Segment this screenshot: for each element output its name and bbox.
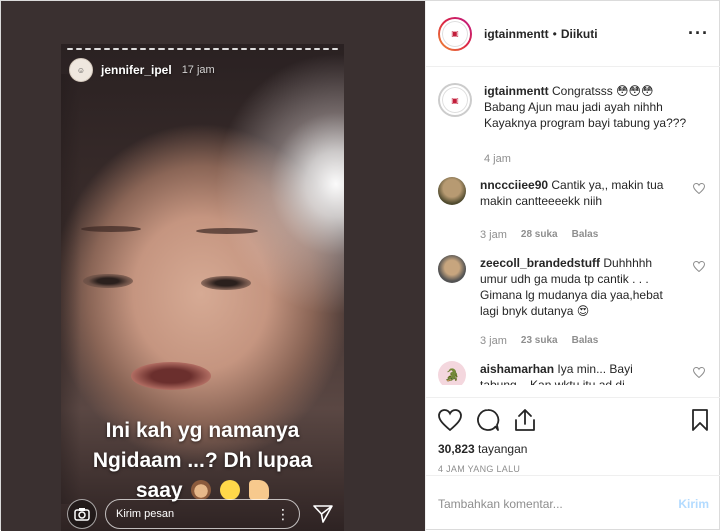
comment-likes[interactable]: 23 suka bbox=[521, 333, 558, 349]
story-caption-line: Ini kah yg namanya bbox=[105, 419, 300, 442]
comment-text: umur udh ga muda tp cantik . . . bbox=[480, 272, 649, 286]
post-header: ▣ igtainmentt • Diikuti ··· bbox=[426, 1, 720, 67]
comment-item: nnccciiee90 Cantik ya,, makin tua makin … bbox=[438, 177, 709, 243]
comment-text: Cantik ya,, makin tua bbox=[551, 178, 664, 192]
comment-text: Babang Ajun mau jadi ayah nihhh bbox=[484, 100, 663, 114]
story-video[interactable]: ☺ jennifer_ipel 17 jam Ini kah yg namany… bbox=[61, 44, 344, 531]
post-date[interactable]: 4 JAM YANG LALU bbox=[438, 464, 709, 474]
header-avatar[interactable]: ▣ bbox=[438, 16, 472, 51]
comment-avatar[interactable] bbox=[438, 255, 466, 283]
comment-text: Gimana lg mudanya dia yaa,hebat bbox=[480, 288, 663, 302]
comment-time[interactable]: 3 jam bbox=[480, 333, 507, 349]
story-avatar[interactable]: ☺ bbox=[69, 58, 93, 82]
paper-plane-icon bbox=[313, 505, 333, 523]
like-comment-heart-icon[interactable] bbox=[693, 261, 705, 272]
story-reply-bar: Kirim pesan ⋮ bbox=[67, 497, 338, 531]
comment-text: tabung... Kan wktu itu ad di bbox=[480, 378, 625, 385]
camera-icon bbox=[74, 508, 90, 521]
send-button[interactable] bbox=[308, 499, 338, 529]
header-separator: • bbox=[552, 26, 557, 41]
story-reply-input[interactable]: Kirim pesan ⋮ bbox=[105, 499, 300, 529]
comment-username[interactable]: igtainmentt bbox=[484, 84, 549, 98]
post-sidebar: ▣ igtainmentt • Diikuti ··· ▣ igtainment… bbox=[425, 1, 720, 531]
like-heart-icon[interactable] bbox=[438, 409, 462, 431]
add-comment-bar: Kirim bbox=[426, 475, 720, 531]
story-reply-placeholder: Kirim pesan bbox=[116, 508, 175, 520]
story-progress-bar bbox=[67, 48, 339, 51]
avatar-leaf-icon: 🐊 bbox=[444, 368, 460, 382]
reply-button[interactable]: Balas bbox=[572, 333, 599, 349]
header-username[interactable]: igtainmentt bbox=[484, 27, 549, 41]
comment-username[interactable]: aishamarhan bbox=[480, 362, 554, 376]
comment-time[interactable]: 3 jam bbox=[480, 227, 507, 243]
comment-text: Iya min... Bayi bbox=[557, 362, 633, 376]
views-count[interactable]: 30,823 tayangan bbox=[438, 442, 709, 456]
comment-bubble-icon[interactable] bbox=[476, 408, 500, 432]
igtainment-logo: ▣ bbox=[442, 87, 468, 113]
share-upload-icon[interactable] bbox=[514, 408, 536, 432]
comment-item: 🐊 aishamarhan Iya min... Bayi tabung... … bbox=[438, 361, 709, 385]
like-comment-heart-icon[interactable] bbox=[693, 367, 705, 378]
comment-avatar[interactable]: ▣ bbox=[438, 83, 472, 117]
story-image-detail bbox=[201, 276, 251, 290]
story-image-detail bbox=[83, 274, 133, 288]
like-comment-heart-icon[interactable] bbox=[693, 183, 705, 194]
comment-input[interactable] bbox=[438, 496, 679, 511]
instagram-post: ☺ jennifer_ipel 17 jam Ini kah yg namany… bbox=[0, 0, 720, 531]
story-caption: Ini kah yg namanya Ngidaam ...? Dh lupaa… bbox=[61, 416, 344, 506]
story-image-detail bbox=[131, 362, 211, 390]
comment-username[interactable]: nnccciiee90 bbox=[480, 178, 548, 192]
comment-likes[interactable]: 28 suka bbox=[521, 227, 558, 243]
comment-text: Duhhhhh bbox=[603, 256, 653, 270]
story-username[interactable]: jennifer_ipel bbox=[101, 63, 172, 77]
story-time: 17 jam bbox=[181, 64, 215, 76]
comment-text: lagi bnyk dutanya 😍 bbox=[480, 304, 590, 318]
story-caption-line: Ngidaam ...? Dh lupaa bbox=[92, 449, 313, 472]
igtainment-logo: ▣ bbox=[442, 20, 468, 47]
caption-comment: ▣ igtainmentt Congratsss 😳😳😳 Babang Ajun… bbox=[438, 83, 709, 167]
comment-avatar[interactable] bbox=[438, 177, 466, 205]
comment-username[interactable]: zeecoll_brandedstuff bbox=[480, 256, 600, 270]
story-image-detail bbox=[81, 226, 141, 232]
post-actions: 30,823 tayangan 4 JAM YANG LALU bbox=[426, 397, 720, 474]
follow-status-button[interactable]: Diikuti bbox=[561, 27, 598, 41]
more-options-icon[interactable]: ··· bbox=[688, 23, 709, 44]
story-header: ☺ jennifer_ipel 17 jam bbox=[69, 58, 215, 82]
media-area: ☺ jennifer_ipel 17 jam Ini kah yg namany… bbox=[1, 1, 425, 531]
comments-list[interactable]: ▣ igtainmentt Congratsss 😳😳😳 Babang Ajun… bbox=[426, 67, 720, 385]
more-vertical-icon[interactable]: ⋮ bbox=[276, 506, 290, 523]
comment-time[interactable]: 4 jam bbox=[484, 151, 511, 167]
comment-text: makin cantteeeekk niih bbox=[480, 194, 603, 208]
bookmark-icon[interactable] bbox=[691, 408, 709, 432]
camera-button[interactable] bbox=[67, 499, 97, 529]
comment-text: Congratsss 😳😳😳 bbox=[552, 84, 654, 98]
comment-item: zeecoll_brandedstuff Duhhhhh umur udh ga… bbox=[438, 255, 709, 349]
comment-text: Kayaknya program bayi tabung ya??? bbox=[484, 116, 687, 130]
story-image-detail bbox=[196, 228, 258, 234]
comment-avatar[interactable]: 🐊 bbox=[438, 361, 466, 385]
post-comment-button[interactable]: Kirim bbox=[678, 497, 709, 511]
reply-button[interactable]: Balas bbox=[572, 227, 599, 243]
